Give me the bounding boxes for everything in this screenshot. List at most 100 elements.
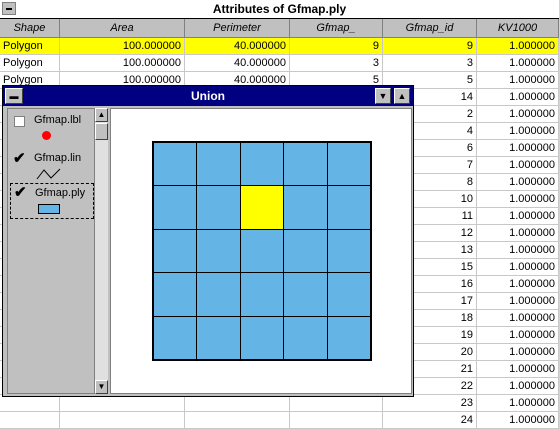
table-cell: 1.000000 bbox=[477, 259, 559, 275]
legend-item-gfmap-ply[interactable]: ✔ Gfmap.ply bbox=[10, 183, 94, 219]
polygon[interactable] bbox=[239, 228, 285, 274]
map-canvas[interactable] bbox=[110, 108, 412, 394]
scroll-down-button[interactable]: ▼ bbox=[95, 380, 108, 394]
red-dot-icon bbox=[42, 131, 51, 140]
table-cell: 1.000000 bbox=[477, 174, 559, 190]
selected-polygon[interactable] bbox=[239, 185, 285, 230]
table-cell: 1.000000 bbox=[477, 72, 559, 88]
polygon[interactable] bbox=[283, 228, 328, 274]
minimize-button[interactable]: ▼ bbox=[375, 88, 391, 104]
polygon[interactable] bbox=[152, 272, 198, 317]
polygon[interactable] bbox=[239, 141, 285, 187]
table-cell bbox=[0, 395, 60, 411]
column-header[interactable]: Gfmap_ bbox=[290, 19, 383, 37]
polygon[interactable] bbox=[196, 272, 241, 317]
legend-panel: Gfmap.lbl ✔ Gfmap.lin ✔ Gfmap.ply bbox=[7, 108, 95, 394]
column-header[interactable]: Gfmap_id bbox=[383, 19, 477, 37]
legend-item-gfmap-lin[interactable]: ✔ Gfmap.lin bbox=[10, 147, 94, 181]
attributes-window: Attributes of Gfmap.ply Shape Area Perimet… bbox=[0, 0, 559, 429]
window-title: Attributes of Gfmap.ply bbox=[212, 2, 347, 16]
table-cell: 1.000000 bbox=[477, 344, 559, 360]
polygon[interactable] bbox=[283, 272, 328, 317]
column-header[interactable]: Shape bbox=[0, 19, 60, 37]
polygon[interactable] bbox=[283, 315, 328, 361]
legend-label: Gfmap.lbl bbox=[34, 114, 82, 126]
table-cell: 1.000000 bbox=[477, 55, 559, 71]
legend-scrollbar[interactable]: ▲ ▼ bbox=[94, 108, 108, 394]
polygon[interactable] bbox=[283, 141, 328, 187]
column-header[interactable]: KV1000 bbox=[477, 19, 559, 37]
polygon[interactable] bbox=[239, 315, 285, 361]
table-cell bbox=[60, 395, 185, 411]
legend-checkbox-lbl[interactable] bbox=[14, 116, 25, 127]
table-cell bbox=[60, 412, 185, 428]
polygon-symbol-icon bbox=[38, 204, 60, 214]
table-cell: 1.000000 bbox=[477, 89, 559, 105]
table-cell: 1.000000 bbox=[477, 327, 559, 343]
table-row[interactable]: 24 1.000000 bbox=[0, 412, 559, 429]
table-cell: 1.000000 bbox=[477, 191, 559, 207]
check-icon: ✔ bbox=[14, 184, 27, 201]
table-cell: 100.000000 bbox=[60, 55, 185, 71]
table-cell: 1.000000 bbox=[477, 310, 559, 326]
polygon[interactable] bbox=[196, 228, 241, 274]
check-icon: ✔ bbox=[13, 150, 26, 167]
polygon[interactable] bbox=[326, 185, 372, 230]
column-header[interactable]: Perimeter bbox=[185, 19, 290, 37]
polygon[interactable] bbox=[326, 228, 372, 274]
table-cell: 1.000000 bbox=[477, 361, 559, 377]
polygon[interactable] bbox=[326, 315, 372, 361]
table-cell: 9 bbox=[383, 38, 477, 54]
table-row[interactable]: Polygon 100.000000 40.000000 3 3 1.000000 bbox=[0, 55, 559, 72]
polygon[interactable] bbox=[152, 228, 198, 274]
polygon[interactable] bbox=[326, 141, 372, 187]
polygon-grid bbox=[152, 141, 372, 361]
table-cell: 1.000000 bbox=[477, 412, 559, 428]
scroll-up-button[interactable]: ▲ bbox=[95, 108, 108, 122]
table-cell: 1.000000 bbox=[477, 157, 559, 173]
line-symbol-icon bbox=[36, 168, 61, 180]
union-titlebar[interactable]: ▬ Union ▼ ▲ bbox=[3, 86, 413, 106]
legend-label: Gfmap.lin bbox=[34, 152, 82, 164]
table-cell: 1.000000 bbox=[477, 140, 559, 156]
table-cell bbox=[185, 395, 290, 411]
table-cell: 1.000000 bbox=[477, 293, 559, 309]
table-cell bbox=[290, 412, 383, 428]
table-cell: 1.000000 bbox=[477, 38, 559, 54]
table-cell: 1.000000 bbox=[477, 123, 559, 139]
table-cell: 40.000000 bbox=[185, 38, 290, 54]
union-title: Union bbox=[191, 89, 225, 103]
polygon[interactable] bbox=[152, 315, 198, 361]
table-row[interactable]: Polygon 100.000000 40.000000 9 9 1.000000 bbox=[0, 38, 559, 55]
union-view-window[interactable]: ▬ Union ▼ ▲ Gfmap.lbl ✔ Gfmap.lin ✔ Gfma bbox=[2, 85, 414, 397]
attributes-titlebar: Attributes of Gfmap.ply bbox=[0, 0, 559, 19]
polygon[interactable] bbox=[196, 141, 241, 187]
table-cell: 40.000000 bbox=[185, 55, 290, 71]
polygon[interactable] bbox=[196, 185, 241, 230]
column-header[interactable]: Area bbox=[60, 19, 185, 37]
polygon[interactable] bbox=[196, 315, 241, 361]
table-cell: 23 bbox=[383, 395, 477, 411]
table-cell bbox=[185, 412, 290, 428]
legend-item-gfmap-lbl[interactable]: Gfmap.lbl bbox=[10, 111, 94, 145]
table-cell bbox=[290, 395, 383, 411]
table-cell: Polygon bbox=[0, 55, 60, 71]
table-cell: 1.000000 bbox=[477, 242, 559, 258]
table-cell: 100.000000 bbox=[60, 38, 185, 54]
polygon[interactable] bbox=[326, 272, 372, 317]
polygon[interactable] bbox=[152, 141, 198, 187]
table-cell: Polygon bbox=[0, 38, 60, 54]
maximize-button[interactable]: ▲ bbox=[394, 88, 410, 104]
table-cell: 1.000000 bbox=[477, 378, 559, 394]
scroll-thumb[interactable] bbox=[95, 123, 108, 140]
table-cell: 9 bbox=[290, 38, 383, 54]
polygon[interactable] bbox=[283, 185, 328, 230]
table-header: Shape Area Perimeter Gfmap_ Gfmap_id KV1000 bbox=[0, 19, 559, 38]
table-cell: 3 bbox=[290, 55, 383, 71]
table-cell: 1.000000 bbox=[477, 106, 559, 122]
legend-label: Gfmap.ply bbox=[35, 187, 86, 199]
polygon[interactable] bbox=[239, 272, 285, 317]
table-cell: 1.000000 bbox=[477, 208, 559, 224]
polygon[interactable] bbox=[152, 185, 198, 230]
table-cell: 1.000000 bbox=[477, 395, 559, 411]
